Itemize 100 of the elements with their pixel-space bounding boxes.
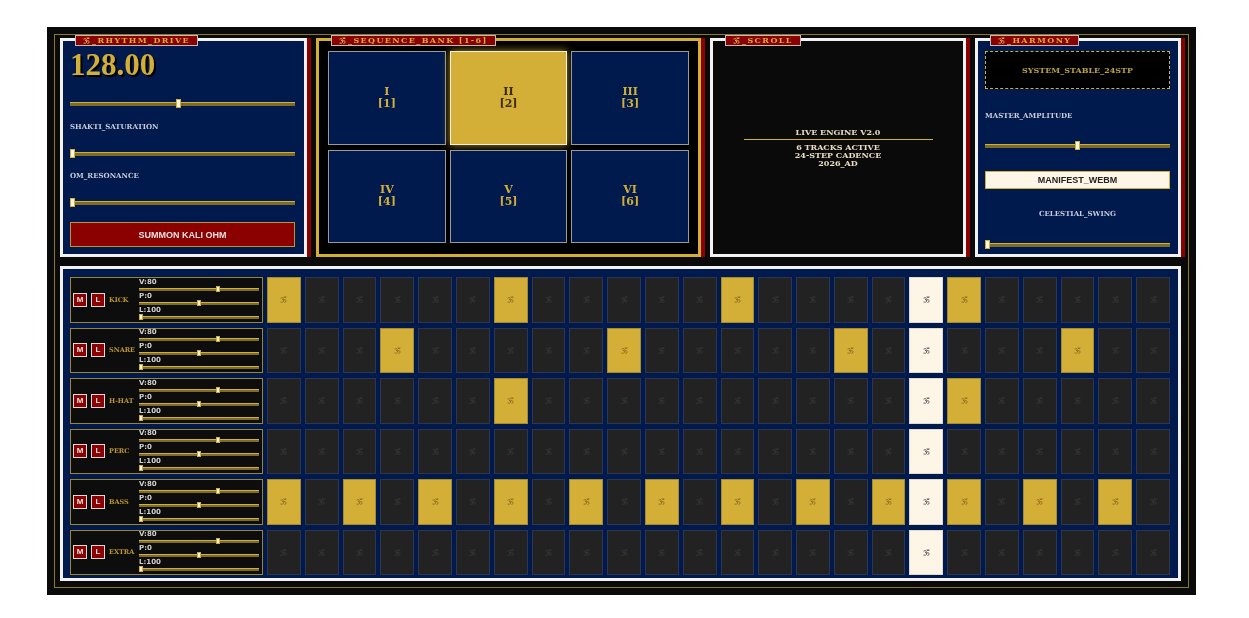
slider-thumb[interactable] <box>215 437 220 444</box>
step-cell[interactable] <box>569 428 604 474</box>
step-cell[interactable] <box>607 479 641 525</box>
slider-thumb[interactable] <box>197 400 201 407</box>
step-cell[interactable] <box>796 529 830 575</box>
step-cell[interactable] <box>758 378 793 424</box>
step-cell[interactable] <box>531 327 566 373</box>
step-cell[interactable] <box>682 378 717 424</box>
step-cell[interactable] <box>380 428 415 474</box>
step-cell[interactable] <box>833 277 868 323</box>
step-cell[interactable] <box>342 277 377 323</box>
step-cell[interactable] <box>796 428 830 474</box>
step-cell[interactable] <box>607 277 641 323</box>
step-cell[interactable] <box>682 428 717 474</box>
slider-track[interactable] <box>139 400 259 407</box>
mute-button[interactable]: M <box>73 494 87 509</box>
step-cell[interactable] <box>569 327 604 373</box>
step-cell[interactable] <box>1060 529 1095 575</box>
step-cell[interactable] <box>1098 327 1133 373</box>
step-cell[interactable] <box>418 327 452 373</box>
bank-tile[interactable]: V [5] <box>449 149 568 243</box>
slider-track[interactable] <box>139 299 259 306</box>
slider-thumb[interactable] <box>139 566 143 573</box>
step-cell[interactable] <box>720 277 755 323</box>
step-cell[interactable] <box>1136 378 1170 424</box>
step-cell[interactable] <box>833 327 868 373</box>
bank-tile[interactable]: II [2] <box>449 51 568 145</box>
slider-thumb[interactable] <box>215 336 220 343</box>
step-cell[interactable] <box>985 529 1019 575</box>
step-cell[interactable] <box>342 479 377 525</box>
loop-button[interactable]: L <box>91 545 105 560</box>
step-cell[interactable] <box>531 378 566 424</box>
step-cell[interactable] <box>833 428 868 474</box>
step-cell[interactable] <box>1098 277 1133 323</box>
step-cell[interactable] <box>985 479 1019 525</box>
step-cell[interactable] <box>455 378 490 424</box>
loop-button[interactable]: L <box>91 444 105 459</box>
step-cell[interactable] <box>720 327 755 373</box>
step-cell[interactable] <box>1022 327 1057 373</box>
mute-button[interactable]: M <box>73 444 87 459</box>
step-cell[interactable] <box>871 529 906 575</box>
bank-tile[interactable]: VI [6] <box>571 149 689 243</box>
step-cell[interactable] <box>267 428 301 474</box>
step-cell[interactable] <box>531 529 566 575</box>
step-cell[interactable] <box>644 327 679 373</box>
slider-thumb[interactable] <box>215 285 220 292</box>
step-cell[interactable] <box>1022 529 1057 575</box>
mute-button[interactable]: M <box>73 292 87 307</box>
slider-thumb[interactable] <box>215 487 220 494</box>
step-cell[interactable] <box>833 479 868 525</box>
step-cell[interactable] <box>342 529 377 575</box>
step-cell[interactable] <box>758 277 793 323</box>
step-cell[interactable] <box>304 529 339 575</box>
slider-thumb[interactable] <box>197 299 201 306</box>
step-cell[interactable] <box>493 378 528 424</box>
manifest-button[interactable]: MANIFEST_WEBM <box>985 171 1170 189</box>
step-cell[interactable] <box>758 529 793 575</box>
step-cell[interactable] <box>682 479 717 525</box>
step-cell[interactable] <box>1060 378 1095 424</box>
step-cell[interactable] <box>267 277 301 323</box>
loop-button[interactable]: L <box>91 393 105 408</box>
step-cell[interactable] <box>455 428 490 474</box>
step-cell[interactable] <box>418 479 452 525</box>
step-cell[interactable] <box>758 327 793 373</box>
step-cell[interactable] <box>1022 479 1057 525</box>
step-cell[interactable] <box>531 277 566 323</box>
step-cell[interactable] <box>569 479 604 525</box>
step-cell[interactable] <box>947 378 982 424</box>
step-cell[interactable] <box>985 327 1019 373</box>
step-cell[interactable] <box>455 277 490 323</box>
step-cell[interactable] <box>758 428 793 474</box>
step-cell[interactable] <box>644 479 679 525</box>
step-cell[interactable] <box>947 479 982 525</box>
step-cell[interactable] <box>304 479 339 525</box>
slider-thumb[interactable] <box>139 313 143 320</box>
step-cell[interactable] <box>871 479 906 525</box>
step-cell[interactable] <box>947 277 982 323</box>
step-cell[interactable] <box>796 327 830 373</box>
step-cell[interactable] <box>985 378 1019 424</box>
step-cell[interactable] <box>304 327 339 373</box>
step-cell[interactable] <box>418 277 452 323</box>
step-cell[interactable] <box>947 529 982 575</box>
step-cell[interactable] <box>569 277 604 323</box>
step-cell[interactable] <box>1098 529 1133 575</box>
slider-track[interactable] <box>139 313 259 320</box>
step-cell[interactable] <box>569 529 604 575</box>
step-cell[interactable] <box>531 428 566 474</box>
step-cell[interactable] <box>1136 327 1170 373</box>
step-cell[interactable] <box>493 327 528 373</box>
step-cell[interactable] <box>682 327 717 373</box>
step-cell[interactable] <box>1098 479 1133 525</box>
step-cell[interactable] <box>1022 378 1057 424</box>
step-cell[interactable] <box>607 327 641 373</box>
loop-button[interactable]: L <box>91 494 105 509</box>
step-cell[interactable] <box>1136 428 1170 474</box>
slider-track[interactable] <box>139 552 259 559</box>
slider-track[interactable] <box>139 566 259 573</box>
slider-thumb[interactable] <box>139 414 143 421</box>
step-cell[interactable] <box>682 529 717 575</box>
slider-track[interactable] <box>139 501 259 508</box>
